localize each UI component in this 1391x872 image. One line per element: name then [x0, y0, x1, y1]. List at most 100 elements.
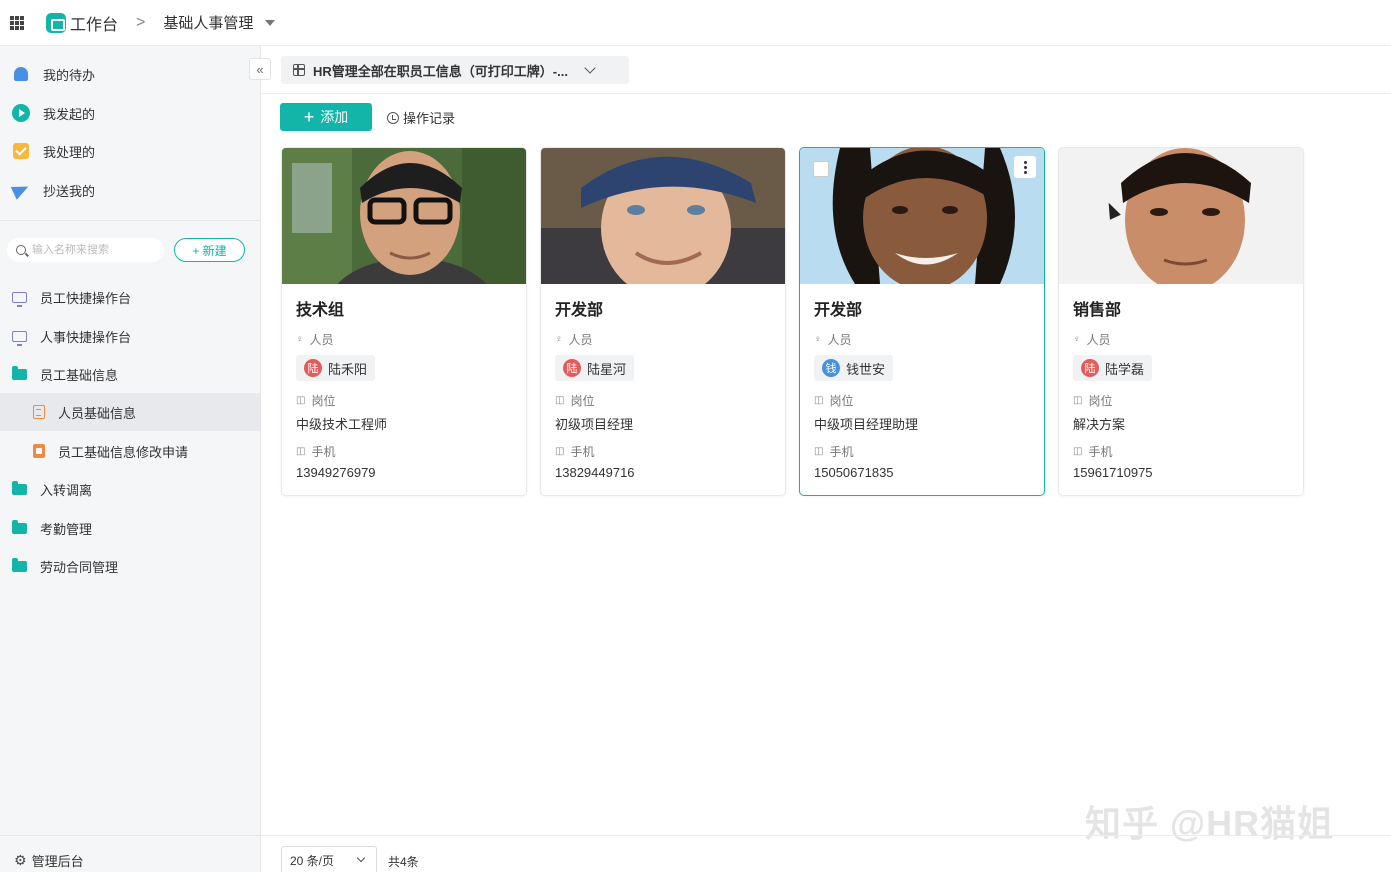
quick-item-handled[interactable]: 我处理的 — [12, 141, 95, 161]
nav-labor-contract[interactable]: 劳动合同管理 — [0, 547, 260, 585]
play-icon — [12, 104, 30, 122]
more-options-icon[interactable] — [1014, 156, 1036, 178]
search-input[interactable] — [32, 244, 150, 256]
folder-icon — [12, 480, 27, 495]
employee-photo — [1059, 148, 1303, 284]
new-button[interactable]: + 新建 — [174, 238, 245, 262]
send-icon — [10, 180, 32, 200]
plus-icon: + — [303, 107, 315, 127]
person-field-label: ♀ 人员 — [1073, 333, 1111, 347]
person-name: 陆学磊 — [1105, 361, 1145, 377]
person-chip[interactable]: 陆 陆禾阳 — [296, 355, 376, 381]
person-field-label: ♀ 人员 — [814, 333, 852, 347]
breadcrumb-separator: > — [136, 13, 146, 31]
nav-employee-basic-info[interactable]: 员工基础信息 — [0, 355, 260, 393]
field-icon: ◫ — [296, 446, 306, 457]
nav-item-label: 人事快捷操作台 — [40, 329, 132, 345]
position-field-label: ◫ 岗位 — [555, 394, 595, 408]
position-field-label: ◫ 岗位 — [1073, 394, 1113, 408]
person-icon: ♀ — [1073, 334, 1081, 345]
phone-value: 13829449716 — [555, 465, 635, 480]
nav-attendance[interactable]: 考勤管理 — [0, 509, 260, 547]
apps-grid-icon[interactable] — [10, 15, 24, 30]
watermark: 知乎 @HR猫姐 — [1085, 803, 1335, 844]
field-icon: ◫ — [555, 446, 565, 457]
phone-field-label: ◫ 手机 — [814, 445, 854, 459]
footer-divider — [261, 835, 1391, 836]
department-name: 技术组 — [296, 302, 345, 319]
nav-hr-quick-console[interactable]: 人事快捷操作台 — [0, 317, 260, 355]
employee-photo — [282, 148, 526, 284]
avatar: 陆 — [304, 359, 322, 377]
total-count: 共4条 — [388, 855, 419, 869]
nav-item-label: 人员基础信息 — [58, 405, 137, 421]
check-icon — [12, 142, 30, 160]
nav-item-label: 员工基础信息 — [40, 367, 119, 383]
breadcrumb-app[interactable]: 基础人事管理 — [163, 12, 253, 33]
quick-item-cc[interactable]: 抄送我的 — [10, 180, 96, 200]
position-field-label: ◫ 岗位 — [296, 394, 336, 408]
quick-item-label: 我处理的 — [43, 144, 96, 160]
chevron-down-icon[interactable] — [584, 62, 596, 74]
table-icon — [293, 64, 305, 76]
employee-card[interactable]: 技术组 ♀ 人员 陆 陆禾阳 ◫ 岗位 中级技术工程师 ◫ 手机 1394927697… — [281, 147, 527, 496]
operation-log-label: 操作记录 — [403, 111, 456, 126]
person-chip[interactable]: 陆 陆星河 — [555, 355, 635, 381]
nav-onboarding-transfer[interactable]: 入转调离 — [0, 470, 260, 508]
chevron-down-icon — [356, 853, 366, 863]
card-select-checkbox[interactable] — [813, 161, 829, 177]
employee-card[interactable]: 销售部 ♀ 人员 陆 陆学磊 ◫ 岗位 解决方案 ◫ 手机 15961710975 — [1058, 147, 1304, 496]
field-icon: ◫ — [814, 446, 824, 457]
person-icon: ♀ — [814, 334, 822, 345]
person-chip[interactable]: 陆 陆学磊 — [1073, 355, 1153, 381]
page-size-value: 20 条/页 — [290, 853, 335, 868]
quick-item-label: 抄送我的 — [43, 183, 96, 199]
person-field-label: ♀ 人员 — [296, 333, 334, 347]
employee-card[interactable]: 开发部 ♀ 人员 陆 陆星河 ◫ 岗位 初级项目经理 ◫ 手机 13829449716 — [540, 147, 786, 496]
nav-personnel-basic-info[interactable]: 人员基础信息 — [0, 393, 260, 431]
collapse-sidebar-button[interactable]: « — [249, 58, 271, 80]
nav-item-label: 员工基础信息修改申请 — [58, 444, 189, 460]
header-divider — [261, 93, 1391, 94]
department-name: 销售部 — [1073, 302, 1122, 319]
nav-item-label: 劳动合同管理 — [40, 559, 119, 575]
position-value: 初级项目经理 — [555, 417, 634, 432]
workbench-title[interactable]: 工作台 — [70, 11, 118, 35]
phone-field-label: ◫ 手机 — [296, 445, 336, 459]
department-name: 开发部 — [814, 302, 863, 319]
position-value: 解决方案 — [1073, 417, 1126, 432]
view-selector[interactable]: HR管理全部在职员工信息（可打印工牌）-... — [281, 56, 629, 84]
field-icon: ◫ — [814, 395, 824, 406]
nav-info-change-request[interactable]: 员工基础信息修改申请 — [0, 432, 260, 470]
top-bar: 工作台 > 基础人事管理 — [0, 0, 1391, 46]
gear-icon: ⚙ — [14, 852, 27, 868]
employee-card[interactable]: 开发部 ♀ 人员 钱 钱世安 ◫ 岗位 中级项目经理助理 ◫ 手机 150506718… — [799, 147, 1045, 496]
sidebar-divider — [0, 220, 261, 221]
page-size-select[interactable]: 20 条/页 — [281, 846, 377, 872]
person-chip[interactable]: 钱 钱世安 — [814, 355, 894, 381]
person-field-label: ♀ 人员 — [555, 333, 593, 347]
form-icon — [33, 444, 45, 458]
folder-icon — [12, 557, 27, 572]
person-icon: ♀ — [555, 334, 563, 345]
admin-console-link[interactable]: ⚙ 管理后台 — [14, 851, 84, 870]
field-icon: ◫ — [296, 395, 306, 406]
avatar: 陆 — [563, 359, 581, 377]
avatar: 钱 — [822, 359, 840, 377]
employee-photo — [541, 148, 785, 284]
add-button[interactable]: + 添加 — [280, 103, 372, 131]
nav-employee-quick-console[interactable]: 员工快捷操作台 — [0, 278, 260, 316]
sidebar-search[interactable] — [7, 238, 164, 262]
folder-icon — [12, 519, 27, 534]
quick-item-label: 我的待办 — [43, 67, 96, 83]
folder-icon — [12, 365, 27, 380]
quick-item-todo[interactable]: 我的待办 — [12, 64, 95, 84]
quick-item-label: 我发起的 — [43, 106, 96, 122]
quick-item-initiated[interactable]: 我发起的 — [12, 103, 95, 123]
admin-label: 管理后台 — [31, 854, 84, 869]
bell-icon — [12, 65, 30, 83]
chevron-down-icon[interactable] — [265, 19, 276, 26]
phone-field-label: ◫ 手机 — [1073, 445, 1113, 459]
operation-log-button[interactable]: 操作记录 — [387, 108, 455, 127]
department-name: 开发部 — [555, 302, 604, 319]
